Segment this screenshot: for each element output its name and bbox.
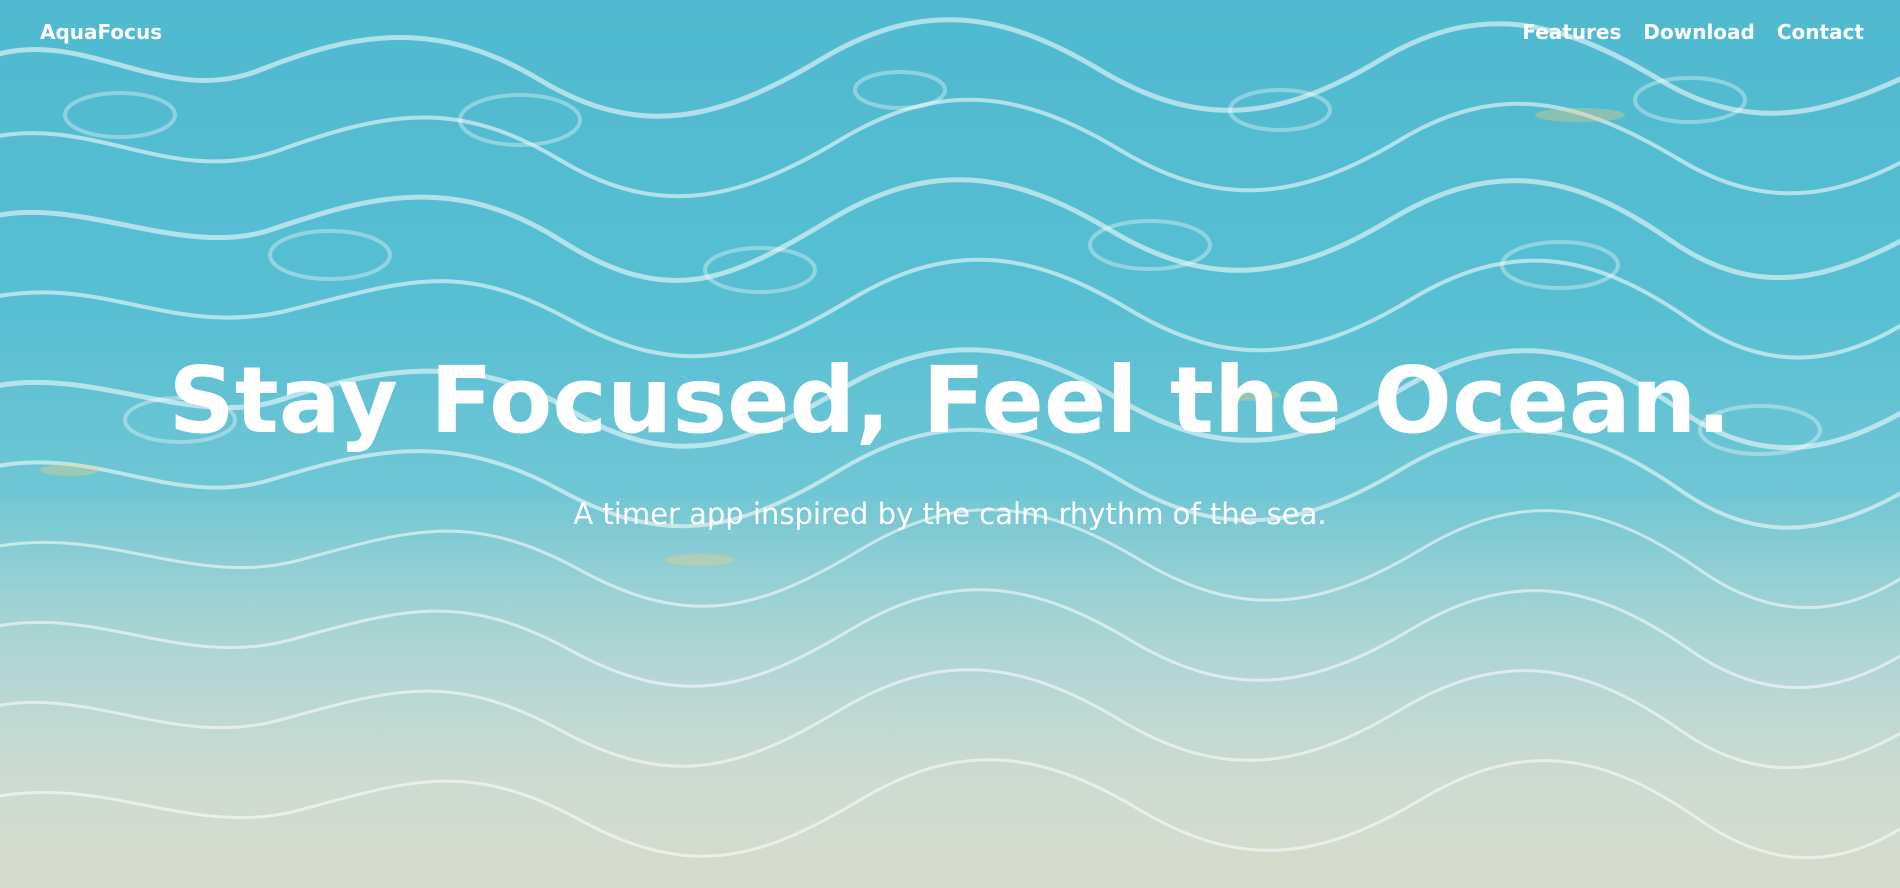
top-navigation: AquaFocus Features Download Contact <box>0 0 1900 66</box>
hero-subtitle: A timer app inspired by the calm rhythm … <box>573 497 1327 531</box>
brand-logo-link[interactable]: AquaFocus <box>40 20 162 44</box>
nav-link-features[interactable]: Features <box>1522 20 1621 44</box>
nav-link-contact[interactable]: Contact <box>1777 20 1864 44</box>
hero-title: Stay Focused, Feel the Ocean. <box>168 347 1732 454</box>
nav-links: Features Download Contact <box>1522 20 1864 44</box>
hero-section: AquaFocus Features Download Contact Stay… <box>0 0 1900 888</box>
nav-link-download[interactable]: Download <box>1643 20 1754 44</box>
